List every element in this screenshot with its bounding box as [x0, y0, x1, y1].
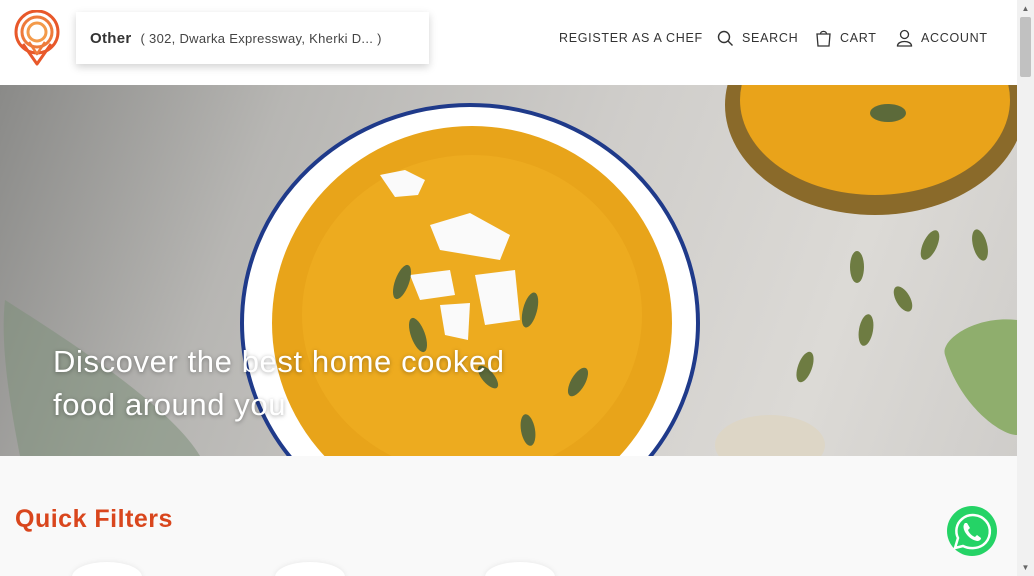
logo-icon[interactable]	[13, 10, 61, 66]
location-type: Other	[90, 29, 132, 47]
search-icon	[717, 30, 733, 46]
hero-title: Discover the best home cooked food aroun…	[53, 340, 613, 426]
quick-filter-item[interactable]	[485, 562, 555, 576]
nav-search[interactable]: SEARCH	[717, 28, 798, 48]
nav-account[interactable]: ACCOUNT	[896, 28, 988, 48]
quick-filter-item[interactable]	[72, 562, 142, 576]
vertical-scrollbar[interactable]: ▲ ▼	[1017, 0, 1034, 576]
location-address: ( 302, Dwarka Expressway, Kherki D... )	[140, 30, 382, 46]
account-label: ACCOUNT	[921, 31, 988, 45]
nav-register-chef[interactable]: REGISTER AS A CHEF	[559, 28, 703, 48]
quick-filters-title: Quick Filters	[15, 505, 173, 533]
whatsapp-icon[interactable]	[946, 505, 998, 557]
cart-icon	[816, 30, 831, 47]
account-icon	[896, 29, 913, 47]
page: Other ( 302, Dwarka Expressway, Kherki D…	[0, 0, 1034, 576]
scroll-down-arrow-icon[interactable]: ▼	[1017, 559, 1034, 576]
location-selector[interactable]: Other ( 302, Dwarka Expressway, Kherki D…	[76, 12, 429, 64]
scroll-up-arrow-icon[interactable]: ▲	[1017, 0, 1034, 17]
hero-banner: Discover the best home cooked food aroun…	[0, 85, 1017, 456]
scrollbar-thumb[interactable]	[1020, 17, 1031, 77]
register-chef-link[interactable]: REGISTER AS A CHEF	[559, 31, 703, 45]
nav-cart[interactable]: CART	[815, 28, 877, 48]
hero-title-line-2: food around you	[53, 387, 287, 422]
search-label: SEARCH	[742, 31, 799, 45]
cart-label: CART	[840, 31, 877, 45]
header: Other ( 302, Dwarka Expressway, Kherki D…	[0, 0, 1017, 85]
hero-title-line-1: Discover the best home cooked	[53, 344, 505, 379]
quick-filter-item[interactable]	[275, 562, 345, 576]
